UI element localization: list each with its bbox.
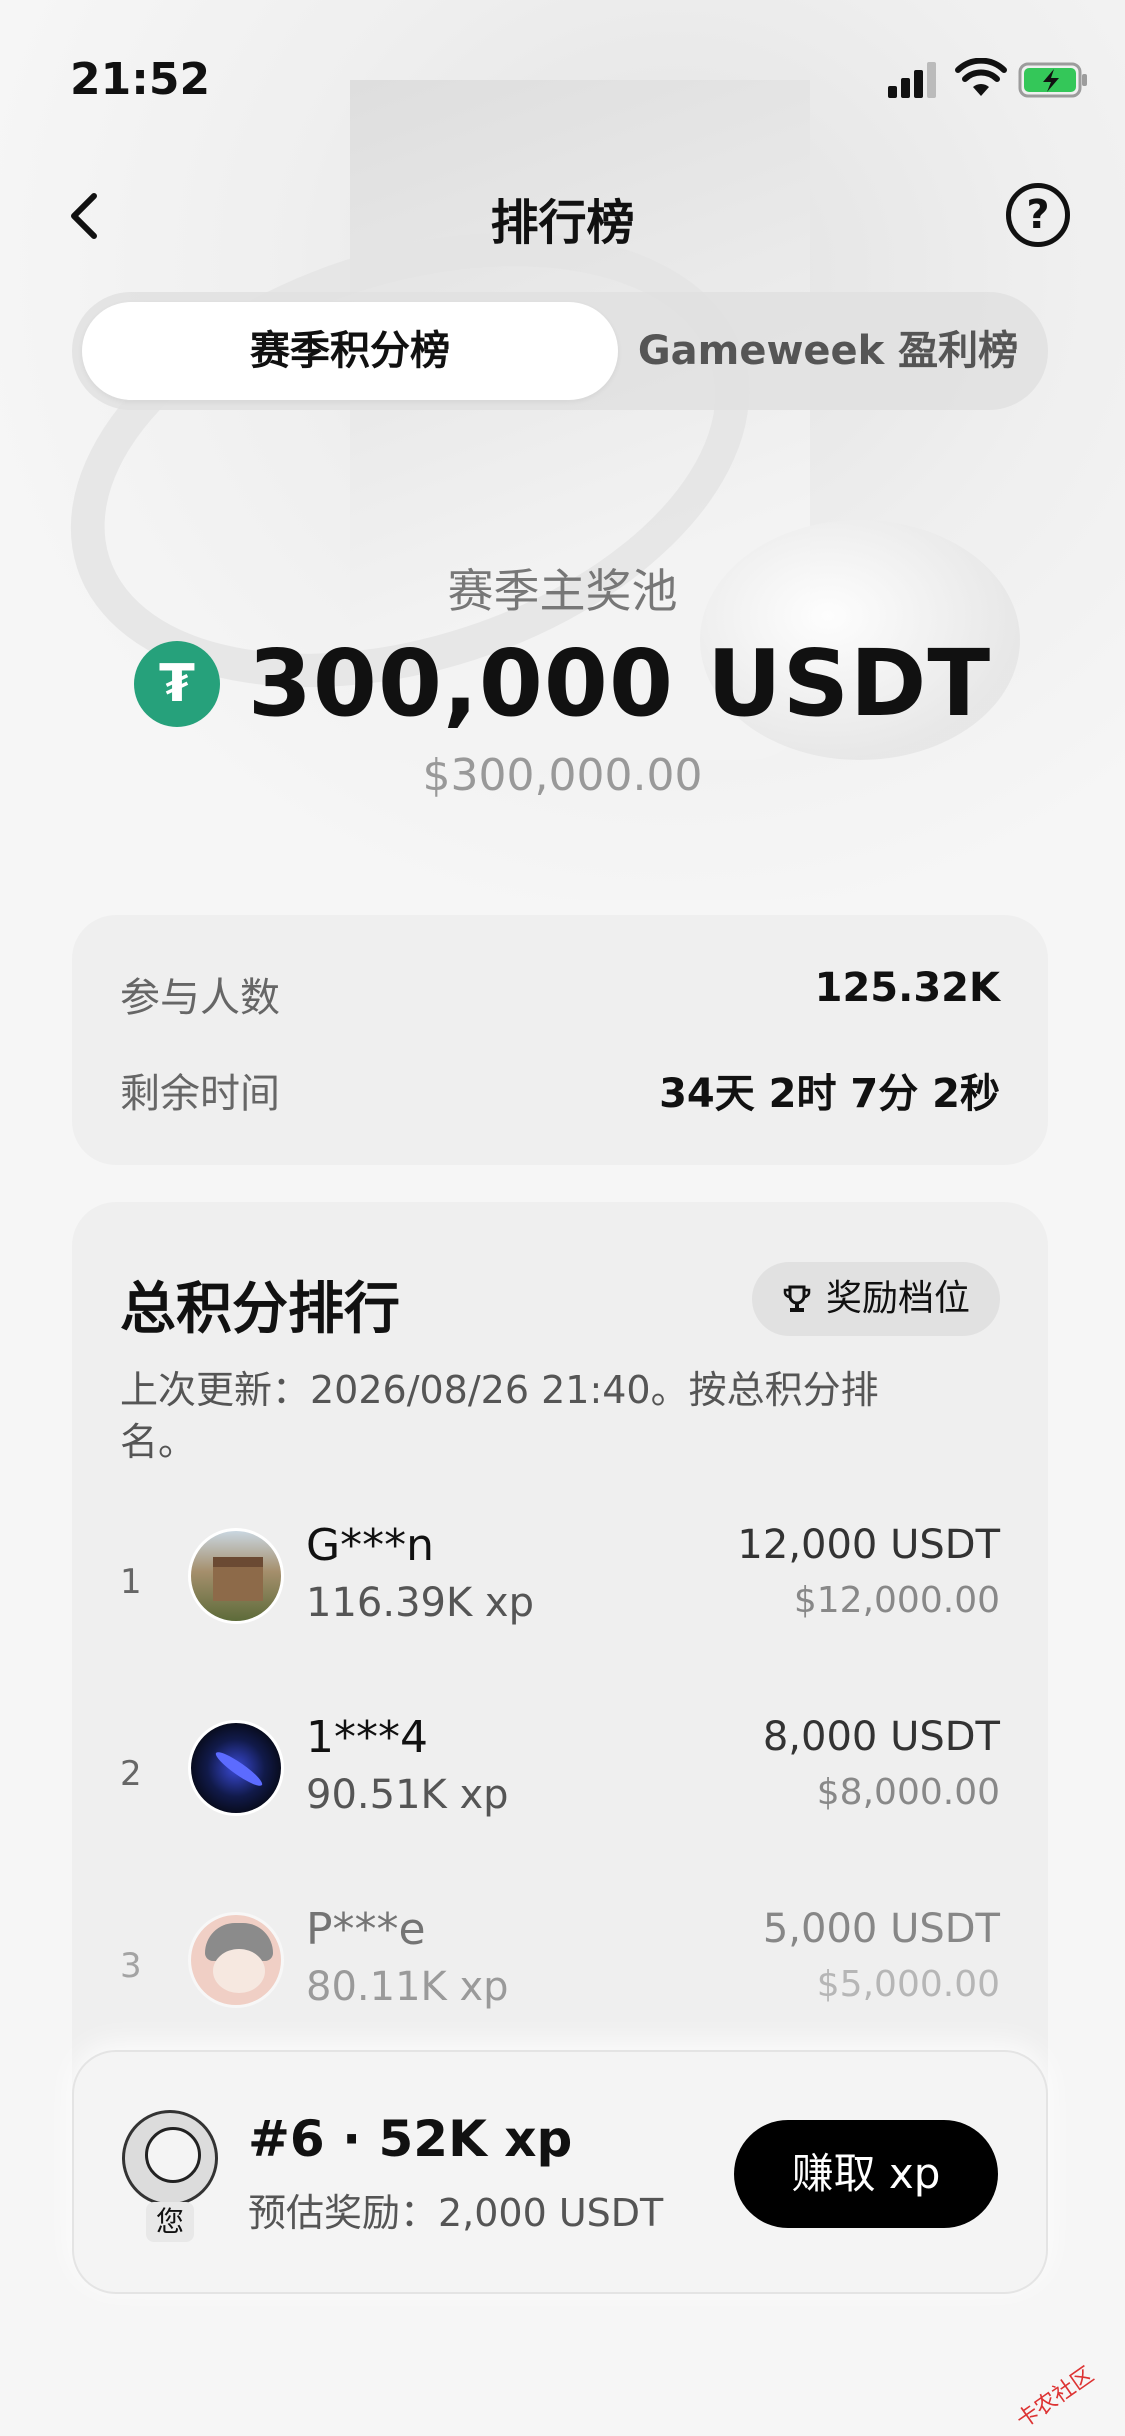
tab-gameweek-profit[interactable]: Gameweek 盈利榜 (618, 302, 1038, 400)
reward-tiers-label: 奖励档位 (826, 1278, 971, 1319)
help-circle-icon[interactable]: ? (1006, 183, 1070, 247)
leaderboard-row[interactable]: 3 P***e 80.11K xp 5,000 USDT $5,000.00 (72, 1896, 1048, 2036)
prize-fiat: $8,000.00 (816, 1772, 1000, 1813)
last-update-note: 上次更新：2026/08/26 21:40。按总积分排名。 (120, 1368, 879, 1464)
leaderboard-row[interactable]: 1 G***n 116.39K xp 12,000 USDT $12,000.0… (72, 1512, 1048, 1652)
participants-value: 125.32K (814, 965, 1000, 1011)
avatar (188, 1528, 284, 1624)
my-estimated-reward: 预估奖励：2,000 USDT (248, 2191, 664, 2235)
avatar (188, 1912, 284, 2008)
user-xp: 80.11K xp (306, 1964, 509, 2010)
earn-xp-button[interactable]: 赚取 xp (734, 2120, 998, 2228)
reward-tiers-button[interactable]: 奖励档位 (752, 1262, 1000, 1336)
rank-number: 2 (120, 1754, 142, 1794)
prize-pool-fiat: $300,000.00 (422, 750, 703, 801)
prize-pool-amount: 300,000 USDT (247, 630, 992, 737)
prize-fiat: $5,000.00 (816, 1964, 1000, 2005)
user-name: P***e (306, 1904, 426, 1955)
user-xp: 90.51K xp (306, 1772, 509, 1818)
prize-pool-amount-row: ₮ 300,000 USDT (0, 630, 1125, 737)
rank-number: 1 (120, 1562, 142, 1602)
trophy-icon (783, 1285, 811, 1312)
status-bar: 21:52 (0, 0, 1125, 160)
watermark: 卡农社区 (1012, 2362, 1099, 2434)
my-avatar (122, 2110, 218, 2206)
remaining-time-label: 剩余时间 (120, 1071, 280, 1117)
remaining-time-value: 34天 2时 7分 2秒 (659, 1071, 1000, 1117)
page-title: 排行榜 (490, 195, 635, 251)
season-stats-card: 参与人数 125.32K 剩余时间 34天 2时 7分 2秒 (72, 915, 1048, 1165)
tab-bar: 赛季积分榜 Gameweek 盈利榜 (72, 292, 1048, 410)
rank-number: 3 (120, 1946, 142, 1986)
user-name: G***n (306, 1520, 434, 1571)
wifi-icon (955, 58, 1007, 96)
you-tag: 您 (146, 2202, 194, 2242)
status-time: 21:52 (70, 54, 211, 105)
ranking-title: 总积分排行 (120, 1277, 400, 1342)
signal-icon (888, 62, 940, 98)
avatar (188, 1720, 284, 1816)
prize-fiat: $12,000.00 (793, 1580, 1000, 1621)
prize-usdt: 8,000 USDT (762, 1714, 1000, 1760)
prize-pool-label: 赛季主奖池 (447, 564, 678, 618)
participants-label: 参与人数 (120, 975, 280, 1021)
prize-usdt: 5,000 USDT (762, 1906, 1000, 1952)
battery-charging-icon (1018, 62, 1087, 98)
tab-season-points[interactable]: 赛季积分榜 (82, 302, 618, 400)
my-rank-xp: #6 · 52K xp (248, 2110, 573, 2168)
user-name: 1***4 (306, 1712, 428, 1763)
user-xp: 116.39K xp (306, 1580, 534, 1626)
usdt-icon: ₮ (133, 640, 220, 727)
leaderboard-row[interactable]: 2 1***4 90.51K xp 8,000 USDT $8,000.00 (72, 1704, 1048, 1844)
my-rank-card: 您 #6 · 52K xp 预估奖励：2,000 USDT 赚取 xp (72, 2050, 1048, 2294)
prize-usdt: 12,000 USDT (737, 1522, 1000, 1568)
